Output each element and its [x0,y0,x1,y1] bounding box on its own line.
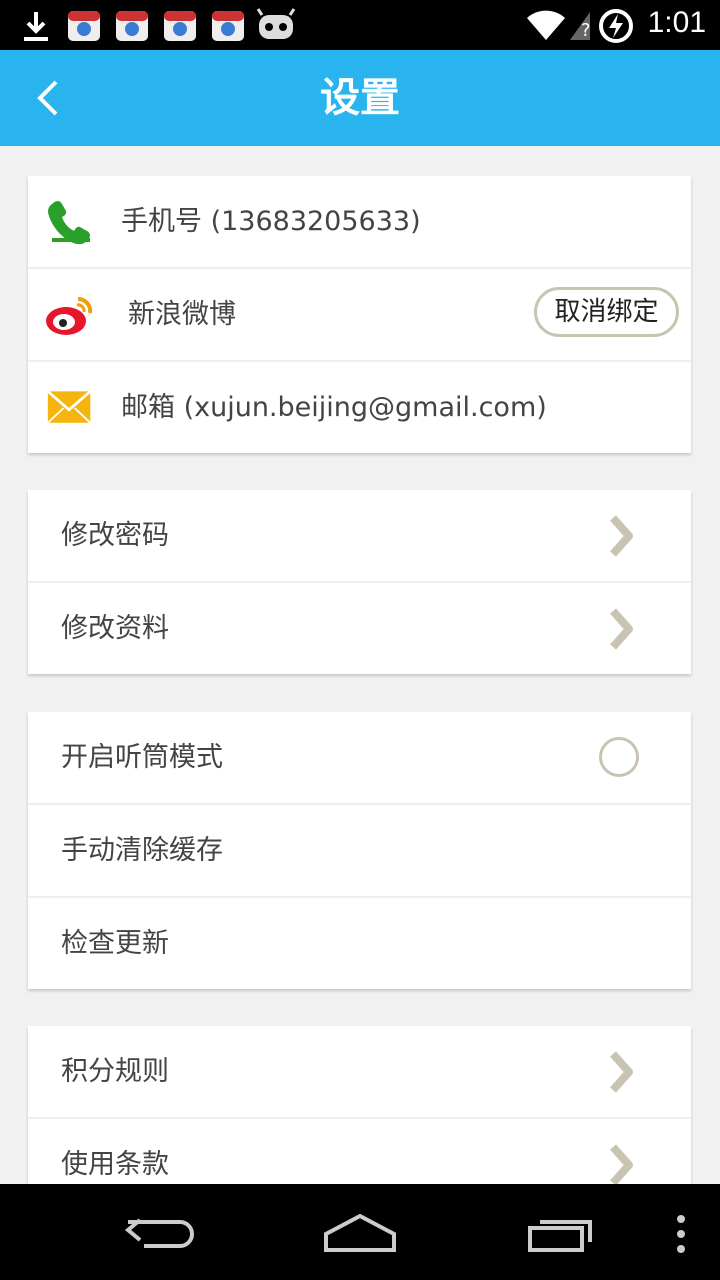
chevron-right-icon [610,1051,633,1093]
weibo-icon [46,296,93,335]
phone-label: 手机号 (13683205633) [121,206,421,237]
overflow-menu-icon[interactable] [674,1214,688,1254]
status-bar: ? 1:01 [0,0,720,50]
phone-icon [48,201,90,245]
phone-row[interactable]: 手机号 (13683205633) [28,176,691,269]
weibo-label: 新浪微博 [128,299,236,330]
svg-text:?: ? [581,20,591,41]
no-signal-icon: ? [570,12,591,41]
status-time: 1:01 [647,6,706,39]
info-card: 积分规则 使用条款 [28,1026,691,1210]
mail-icon [46,390,92,424]
check-update-label: 检查更新 [61,928,169,959]
edit-profile-label: 修改资料 [61,613,169,644]
app-store-icon [164,11,196,41]
change-password-row[interactable]: 修改密码 [28,490,691,583]
recents-icon[interactable] [526,1214,598,1254]
unbind-button[interactable]: 取消绑定 [534,287,679,337]
android-icon [256,8,296,39]
home-icon[interactable] [322,1212,398,1254]
edit-profile-row[interactable]: 修改资料 [28,583,691,674]
wifi-icon [527,10,565,40]
page-title: 设置 [320,75,400,121]
accounts-card: 手机号 (13683205633) 新浪微博 取消绑定 邮箱 (xujun.be… [28,176,691,453]
app-store-icon [68,11,100,41]
general-card: 开启听筒模式 手动清除缓存 检查更新 [28,712,691,989]
clear-cache-row[interactable]: 手动清除缓存 [28,805,691,898]
navigation-bar [0,1184,720,1280]
chevron-right-icon [610,608,633,650]
check-update-row[interactable]: 检查更新 [28,898,691,989]
chevron-right-icon [610,515,633,557]
profile-card: 修改密码 修改资料 [28,490,691,674]
email-label: 邮箱 (xujun.beijing@gmail.com) [121,392,547,423]
charging-icon [599,9,633,43]
clear-cache-label: 手动清除缓存 [61,835,223,866]
chevron-right-icon [610,1144,633,1186]
earpiece-mode-label: 开启听筒模式 [61,742,223,773]
back-icon[interactable] [124,1214,196,1254]
app-store-icon [212,11,244,41]
points-rules-row[interactable]: 积分规则 [28,1026,691,1119]
app-store-icon [116,11,148,41]
weibo-row: 新浪微博 取消绑定 [28,269,691,362]
change-password-label: 修改密码 [61,520,169,551]
earpiece-mode-row[interactable]: 开启听筒模式 [28,712,691,805]
points-rules-label: 积分规则 [61,1056,169,1087]
earpiece-mode-toggle[interactable] [599,737,639,777]
download-icon [24,12,48,41]
email-row[interactable]: 邮箱 (xujun.beijing@gmail.com) [28,362,691,453]
title-bar: 设置 [0,50,720,146]
